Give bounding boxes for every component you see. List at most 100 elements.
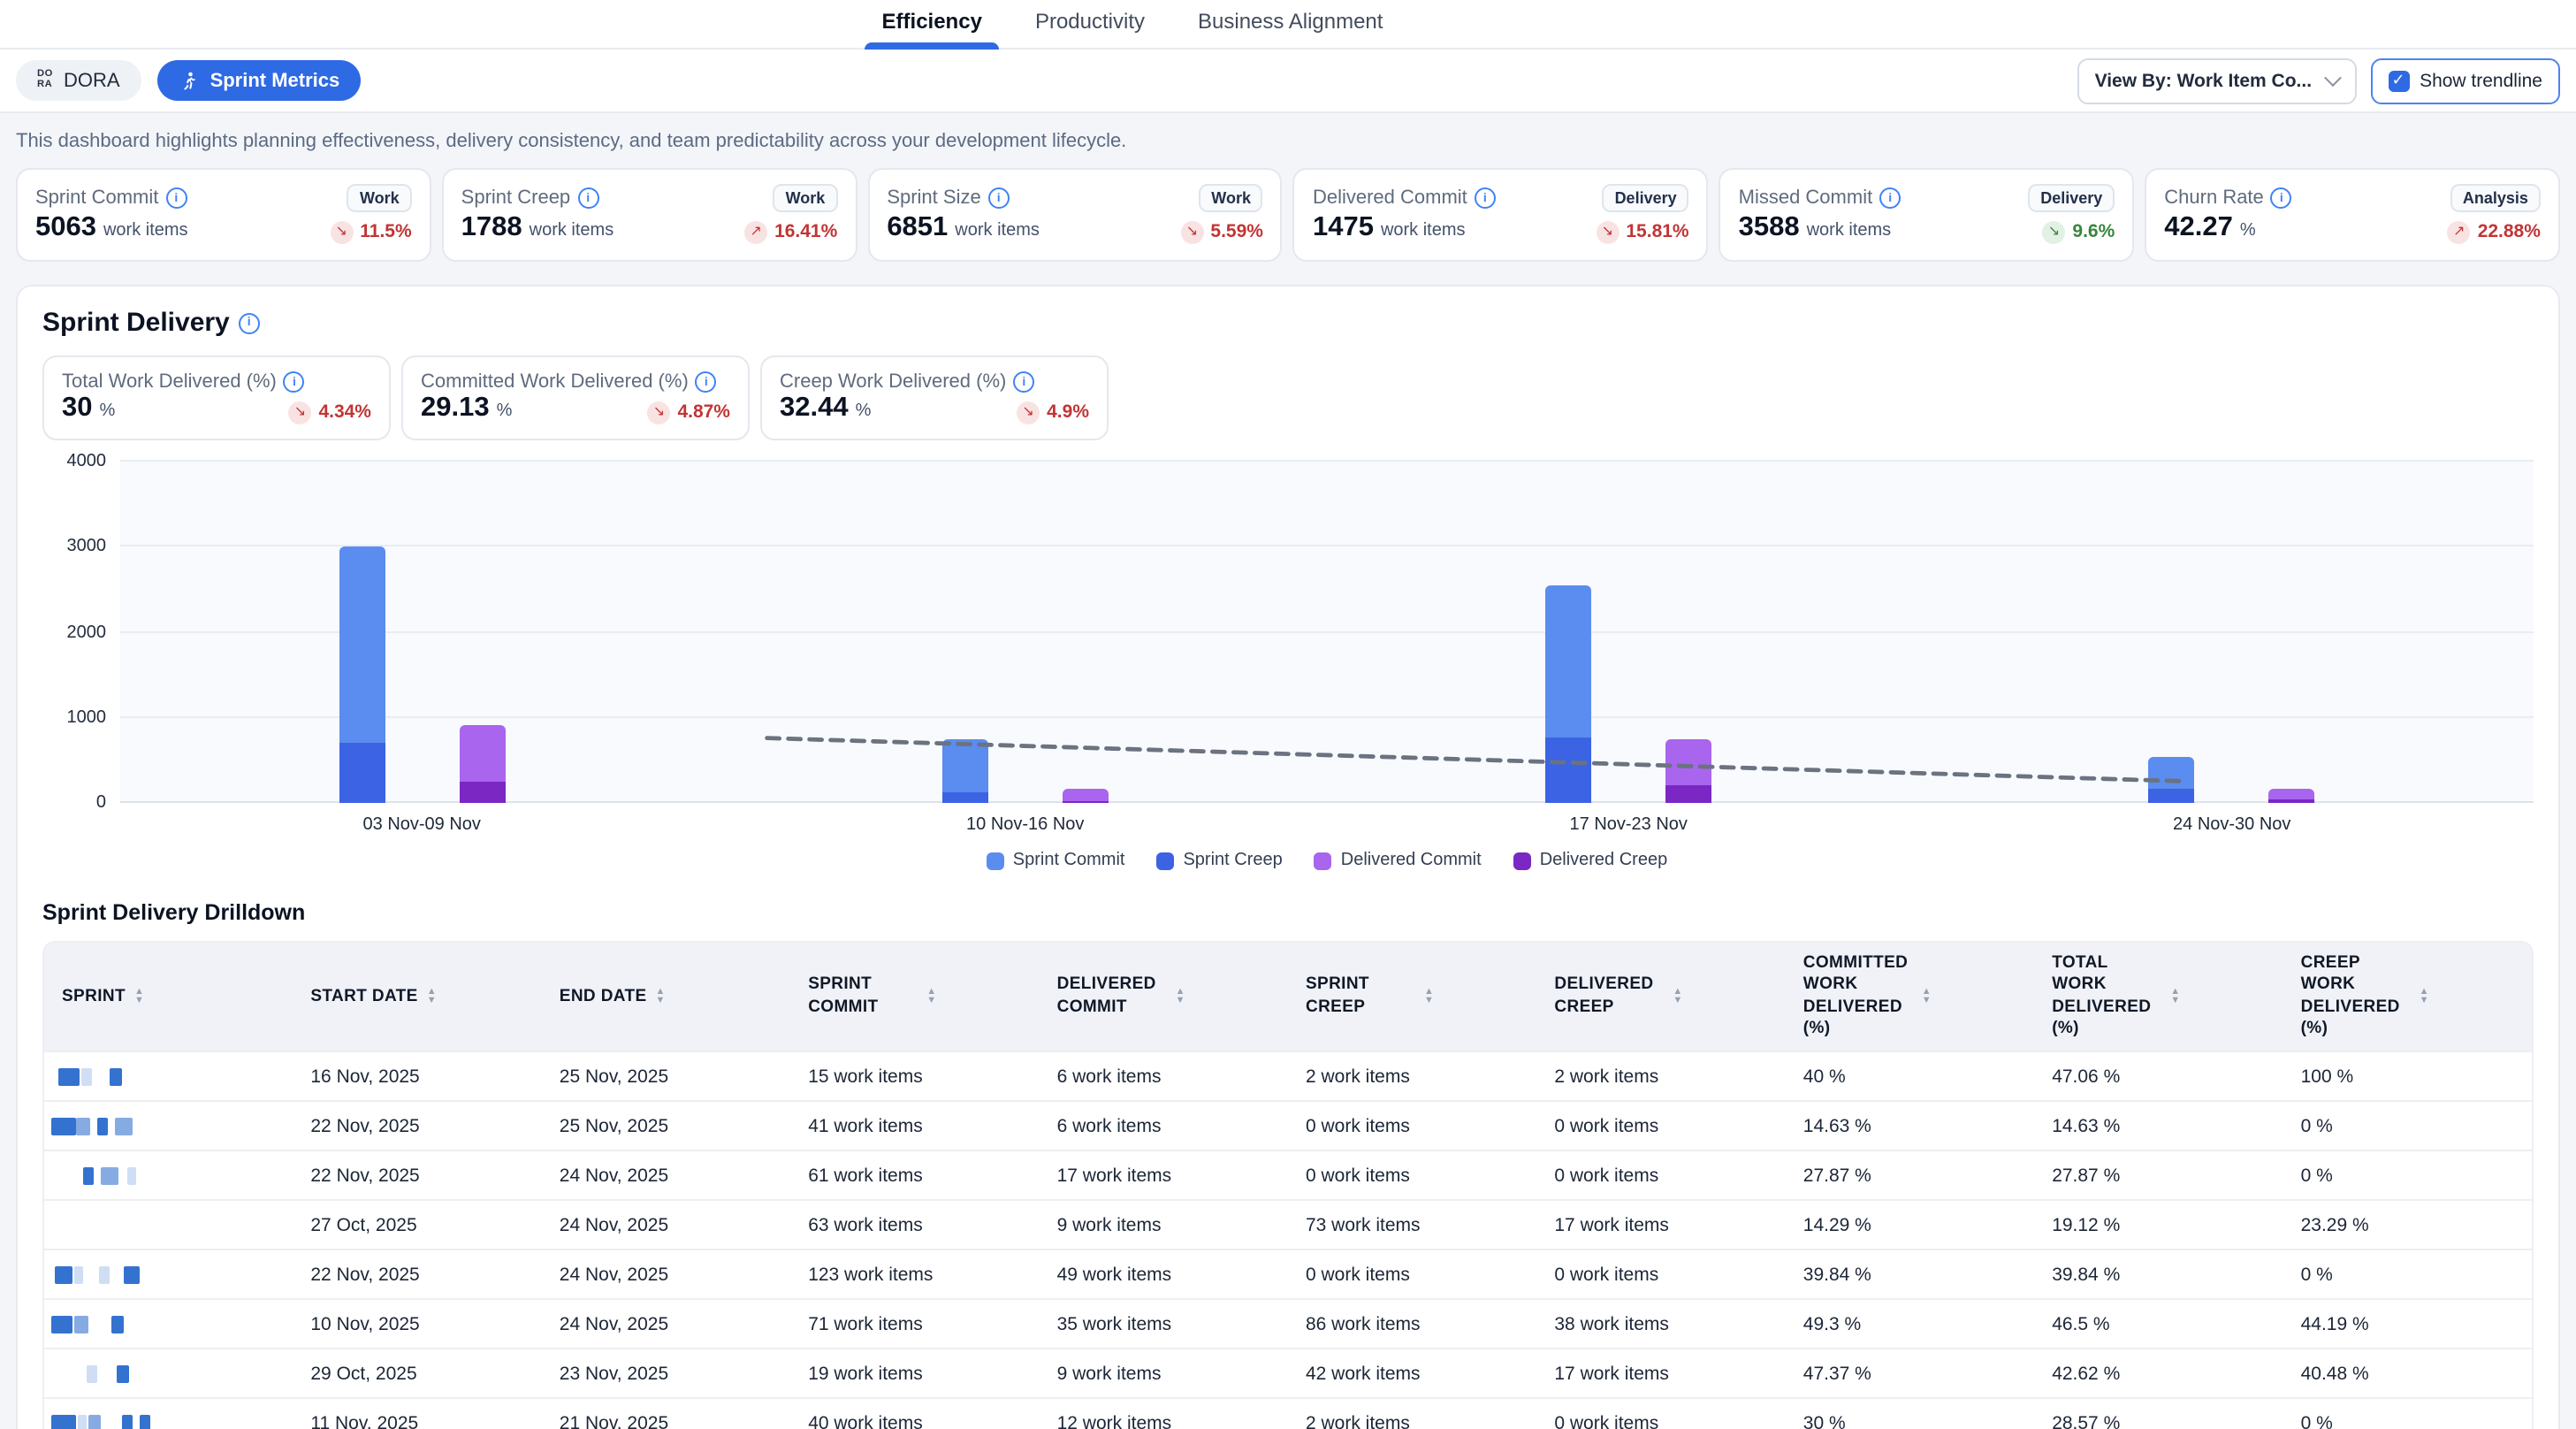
sort-icon[interactable]: ▲▼ xyxy=(656,989,666,1005)
table-row[interactable]: 22 Nov, 202524 Nov, 2025123 work items49… xyxy=(44,1249,2532,1299)
info-icon[interactable] xyxy=(1475,187,1496,209)
legend-item-sprint-creep[interactable]: Sprint Creep xyxy=(1156,851,1282,870)
cell-delivered-commit: 35 work items xyxy=(1040,1314,1288,1335)
info-icon[interactable] xyxy=(1879,187,1901,209)
info-icon[interactable] xyxy=(239,312,260,333)
sort-icon[interactable]: ▲▼ xyxy=(926,989,936,1005)
cell-sprint-creep: 0 work items xyxy=(1288,1116,1536,1137)
cell-delivered-commit: 6 work items xyxy=(1040,1116,1288,1137)
sprint-metrics-button[interactable]: Sprint Metrics xyxy=(157,60,362,101)
dora-button[interactable]: DORA xyxy=(16,60,141,101)
redacted-pixel-block xyxy=(117,1365,129,1383)
arrow-down-right-icon: ↘ xyxy=(2042,220,2065,243)
redacted-pixel-block xyxy=(74,1266,83,1284)
sort-icon[interactable]: ▲▼ xyxy=(427,989,437,1005)
card-header: Committed Work Delivered (%) xyxy=(421,371,730,393)
arrow-down-right-icon: ↘ xyxy=(647,401,670,424)
sort-icon[interactable]: ▲▼ xyxy=(1176,989,1185,1005)
cell-sprint-commit: 71 work items xyxy=(790,1314,1039,1335)
metric-card-missed-commit: Missed CommitDelivery3588work items↘9.6% xyxy=(1719,168,2135,262)
redacted-pixel-block xyxy=(97,1118,108,1135)
table-row[interactable]: 10 Nov, 202524 Nov, 202571 work items35 … xyxy=(44,1299,2532,1349)
trend-indicator: ↘9.6% xyxy=(2042,220,2115,243)
toolbar-controls: View By: Work Item Co... Show trendline xyxy=(2077,57,2560,103)
card-title: Churn Rate xyxy=(2164,187,2264,209)
trend-percent: 15.81% xyxy=(1626,221,1688,242)
info-icon[interactable] xyxy=(696,371,717,393)
column-header-start-date[interactable]: Start Date ▲▼ xyxy=(293,975,541,1019)
arrow-up-right-icon: ↗ xyxy=(2448,220,2471,243)
cell-end-date: 21 Nov, 2025 xyxy=(542,1413,790,1429)
cell-committed-work-delivered: 47.37 % xyxy=(1786,1364,2034,1385)
column-header-delivered-commit[interactable]: Delivered Commit ▲▼ xyxy=(1040,965,1288,1029)
column-header-sprint-commit[interactable]: Sprint Commit▲▼ xyxy=(790,965,1039,1029)
card-title: Sprint Commit xyxy=(35,187,158,209)
card-value-row: 5063work items↘11.5% xyxy=(35,212,412,244)
redacted-pixel-block xyxy=(99,1266,110,1284)
table-row[interactable]: 11 Nov, 202521 Nov, 202540 work items12 … xyxy=(44,1398,2532,1429)
cell-end-date: 24 Nov, 2025 xyxy=(542,1165,790,1187)
redacted-pixel-block xyxy=(101,1167,118,1185)
sort-icon[interactable]: ▲▼ xyxy=(1673,989,1682,1005)
cell-start-date: 10 Nov, 2025 xyxy=(293,1314,541,1335)
column-header-end-date[interactable]: End Date▲▼ xyxy=(542,975,790,1019)
redacted-pixel-block xyxy=(78,1415,87,1429)
table-row[interactable]: 22 Nov, 202525 Nov, 202541 work items6 w… xyxy=(44,1101,2532,1150)
cell-end-date: 24 Nov, 2025 xyxy=(542,1265,790,1286)
info-icon[interactable] xyxy=(577,187,598,209)
trend-percent: 4.9% xyxy=(1047,401,1089,423)
column-header-total-work-delivered[interactable]: Total Work Delivered (%)▲▼ xyxy=(2034,943,2283,1051)
column-header-creep-work-delivered[interactable]: Creep Work Delivered (%)▲▼ xyxy=(2283,943,2532,1051)
info-icon[interactable] xyxy=(988,187,1010,209)
card-header: Total Work Delivered (%) xyxy=(62,371,371,393)
card-header: Missed CommitDelivery xyxy=(1739,184,2115,212)
sprint-name-redacted xyxy=(44,1103,293,1150)
cell-delivered-creep: 38 work items xyxy=(1536,1314,1785,1335)
sort-icon[interactable]: ▲▼ xyxy=(2420,989,2429,1005)
view-by-dropdown[interactable]: View By: Work Item Co... xyxy=(2077,57,2356,103)
cell-creep-work-delivered: 0 % xyxy=(2283,1165,2532,1187)
info-icon[interactable] xyxy=(2271,187,2292,209)
column-header-sprint[interactable]: Sprint▲▼ xyxy=(44,975,293,1019)
cell-start-date: 22 Nov, 2025 xyxy=(293,1165,541,1187)
table-row[interactable]: 16 Nov, 202525 Nov, 202515 work items6 w… xyxy=(44,1051,2532,1101)
legend-item-delivered-commit[interactable]: Delivered Commit xyxy=(1315,851,1482,870)
table-row[interactable]: 22 Nov, 202524 Nov, 202561 work items17 … xyxy=(44,1150,2532,1200)
sort-icon[interactable]: ▲▼ xyxy=(1922,989,1932,1005)
checkbox-checked-icon[interactable] xyxy=(2388,70,2409,91)
legend-item-delivered-creep[interactable]: Delivered Creep xyxy=(1513,851,1668,870)
redacted-pixel-block xyxy=(124,1266,140,1284)
kpi-card-committed-work-delivered: Committed Work Delivered (%)29.13%↘4.87% xyxy=(401,355,750,440)
redacted-pixel-block xyxy=(111,1316,124,1333)
cell-sprint-commit: 61 work items xyxy=(790,1165,1039,1187)
column-header-label: Start Date xyxy=(310,986,417,1008)
redacted-pixel-block xyxy=(55,1266,72,1284)
sort-icon[interactable]: ▲▼ xyxy=(2170,989,2180,1005)
show-trendline-toggle[interactable]: Show trendline xyxy=(2370,57,2560,103)
category-badge: Work xyxy=(1199,184,1263,212)
card-title: Committed Work Delivered (%) xyxy=(421,371,689,393)
info-icon[interactable] xyxy=(1013,371,1034,393)
legend-item-sprint-commit[interactable]: Sprint Commit xyxy=(987,851,1125,870)
metric-card-sprint-commit: Sprint CommitWork5063work items↘11.5% xyxy=(16,168,431,262)
sort-icon[interactable]: ▲▼ xyxy=(134,989,144,1005)
info-icon[interactable] xyxy=(165,187,187,209)
cell-delivered-commit: 12 work items xyxy=(1040,1413,1288,1429)
trend-indicator: ↘11.5% xyxy=(330,220,411,243)
table-row[interactable]: 27 Oct, 202524 Nov, 202563 work items9 w… xyxy=(44,1200,2532,1249)
column-header-label: Delivered Commit xyxy=(1057,975,1167,1019)
cell-sprint-creep: 0 work items xyxy=(1288,1165,1536,1187)
table-row[interactable]: 29 Oct, 202523 Nov, 202519 work items9 w… xyxy=(44,1349,2532,1398)
sort-icon[interactable]: ▲▼ xyxy=(1424,989,1434,1005)
column-header-committed-work-delivered[interactable]: Committed Work Delivered (%)▲▼ xyxy=(1786,943,2034,1051)
tab-productivity[interactable]: Productivity xyxy=(1032,0,1148,48)
column-header-delivered-creep[interactable]: Delivered Creep▲▼ xyxy=(1536,965,1785,1029)
tab-business-alignment[interactable]: Business Alignment xyxy=(1194,0,1386,48)
redacted-pixel-block xyxy=(140,1415,150,1429)
metric-card-delivered-commit: Delivered CommitDelivery1475work items↘1… xyxy=(1293,168,1709,262)
column-header-sprint-creep[interactable]: Sprint Creep▲▼ xyxy=(1288,965,1536,1029)
info-icon[interactable] xyxy=(284,371,305,393)
trend-percent: 11.5% xyxy=(360,221,411,242)
cell-sprint-commit: 41 work items xyxy=(790,1116,1039,1137)
tab-efficiency[interactable]: Efficiency xyxy=(879,0,986,48)
